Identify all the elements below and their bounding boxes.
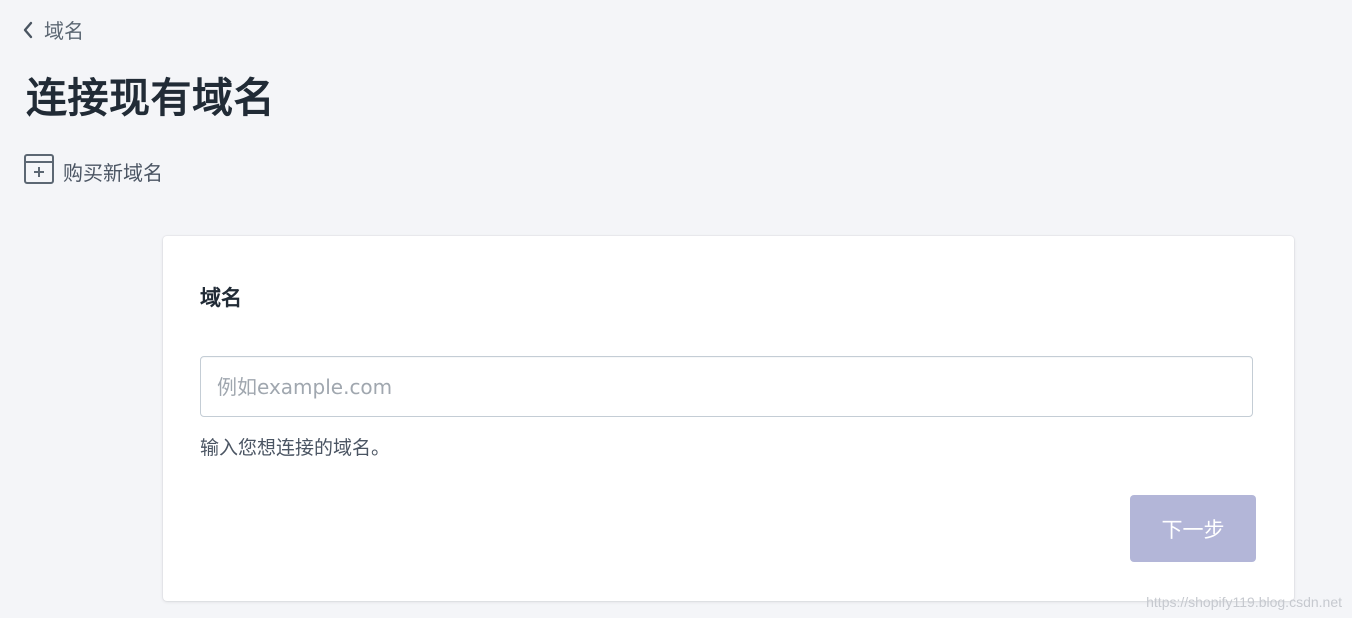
buy-new-domain-label: 购买新域名 (63, 161, 163, 185)
card-title: 域名 (200, 286, 242, 310)
add-browser-icon (23, 153, 55, 190)
domain-input[interactable] (200, 356, 1253, 417)
breadcrumb-label: 域名 (44, 19, 84, 43)
page-title: 连接现有域名 (26, 74, 275, 122)
watermark: https://shopify119.blog.csdn.net (1146, 594, 1342, 610)
buy-new-domain-link[interactable]: 购买新域名 (23, 153, 163, 190)
chevron-left-icon (20, 20, 36, 40)
domain-help-text: 输入您想连接的域名。 (200, 437, 391, 459)
breadcrumb[interactable]: 域名 (20, 15, 84, 44)
next-button[interactable]: 下一步 (1130, 495, 1256, 562)
domain-card: 域名 输入您想连接的域名。 下一步 (163, 236, 1294, 601)
